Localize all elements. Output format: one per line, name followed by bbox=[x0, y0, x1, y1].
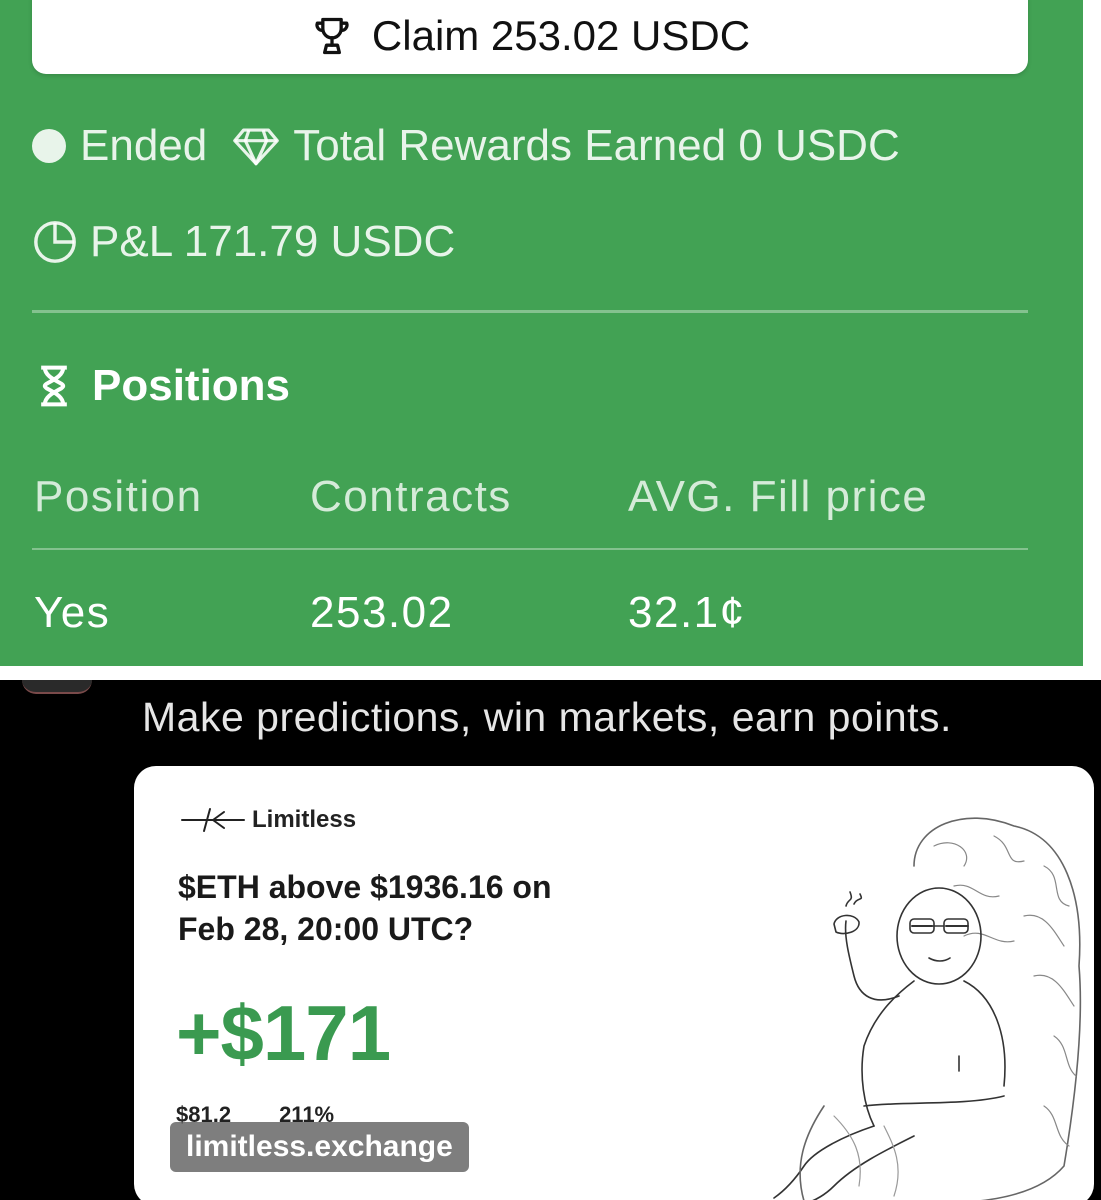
separator-strip bbox=[0, 666, 1101, 680]
column-header-contracts: Contracts bbox=[310, 472, 512, 521]
status-row: Ended Total Rewards Earned 0 USDC bbox=[32, 118, 900, 174]
market-question-line2: Feb 28, 20:00 UTC? bbox=[178, 911, 474, 947]
share-card[interactable]: Limitless $ETH above $1936.16 on Feb 28,… bbox=[134, 766, 1094, 1200]
profit-amount: +$171 bbox=[176, 989, 391, 1077]
url-badge[interactable]: limitless.exchange bbox=[170, 1122, 469, 1172]
cell-avg-fill-price: 32.1¢ bbox=[628, 588, 746, 637]
trophy-icon bbox=[315, 17, 349, 55]
promo-headline: Make predictions, win markets, earn poin… bbox=[142, 694, 952, 740]
divider bbox=[32, 310, 1028, 313]
claim-label: Claim 253.02 USDC bbox=[371, 12, 751, 59]
limitless-logo-icon bbox=[181, 808, 245, 832]
pnl-row: P&L 171.79 USDC bbox=[32, 214, 455, 270]
cell-contracts: 253.02 bbox=[310, 588, 454, 637]
url-label: limitless.exchange bbox=[186, 1130, 453, 1163]
column-header-avg-fill-price: AVG. Fill price bbox=[628, 472, 929, 521]
status-dot-icon bbox=[32, 129, 66, 163]
positions-title: Positions bbox=[92, 361, 291, 410]
wojak-illustration bbox=[773, 817, 1082, 1200]
pie-chart-icon bbox=[34, 221, 76, 263]
claim-button[interactable]: Claim 253.02 USDC bbox=[32, 0, 1028, 74]
pnl-label: P&L 171.79 USDC bbox=[90, 217, 456, 266]
positions-heading: Positions bbox=[34, 358, 290, 414]
position-panel: Claim 253.02 USDC Ended Total Rewards Ea… bbox=[0, 0, 1083, 666]
column-header-position: Position bbox=[34, 472, 203, 521]
brand-name: Limitless bbox=[252, 806, 357, 833]
avatar bbox=[22, 680, 92, 694]
diamond-icon bbox=[233, 128, 280, 166]
status-label: Ended bbox=[80, 121, 208, 170]
table-header-divider bbox=[32, 548, 1028, 550]
edge-strip bbox=[1083, 0, 1101, 666]
market-question-line1: $ETH above $1936.16 on bbox=[178, 869, 552, 905]
market-question: $ETH above $1936.16 on Feb 28, 20:00 UTC… bbox=[178, 866, 698, 950]
cell-position: Yes bbox=[34, 588, 111, 637]
brand-row: Limitless bbox=[180, 806, 356, 834]
total-rewards-label: Total Rewards Earned 0 USDC bbox=[293, 121, 900, 170]
hourglass-icon bbox=[41, 365, 67, 407]
